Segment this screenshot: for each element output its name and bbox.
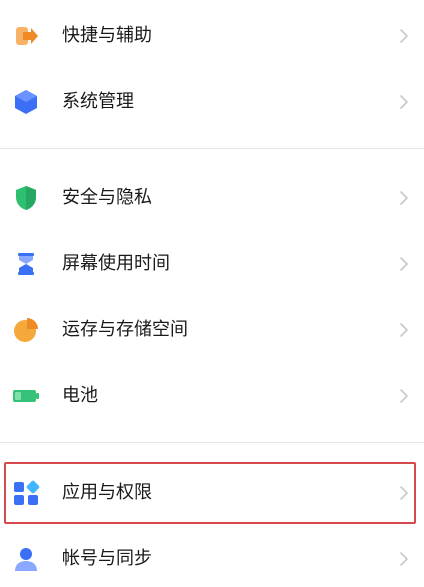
chevron-right-icon [400, 389, 408, 403]
chevron-right-icon [400, 323, 408, 337]
storage-pie-icon [14, 318, 38, 342]
chevron-right-icon [400, 486, 408, 500]
shield-icon [16, 186, 36, 210]
settings-item-label: 快捷与辅助 [62, 25, 152, 46]
shortcut-arrow-icon [16, 27, 38, 45]
settings-item-label: 帐号与同步 [62, 548, 152, 569]
chevron-right-icon [400, 257, 408, 271]
settings-item-label: 运存与存储空间 [62, 319, 188, 340]
account-person-icon [15, 548, 37, 571]
settings-item-label: 屏幕使用时间 [62, 253, 170, 274]
settings-item-system[interactable]: 系统管理 [0, 74, 424, 130]
chevron-right-icon [400, 552, 408, 566]
settings-item-label: 应用与权限 [62, 482, 152, 503]
hourglass-icon [18, 253, 34, 275]
settings-item-label: 系统管理 [62, 91, 134, 112]
apps-grid-icon [14, 480, 40, 505]
settings-item-account-sync[interactable]: 帐号与同步 [0, 531, 424, 587]
chevron-right-icon [400, 29, 408, 43]
battery-icon [13, 390, 39, 402]
settings-item-battery[interactable]: 电池 [0, 368, 424, 424]
chevron-right-icon [400, 191, 408, 205]
chevron-right-icon [400, 95, 408, 109]
section-divider [0, 148, 424, 149]
settings-item-storage[interactable]: 运存与存储空间 [0, 302, 424, 358]
settings-item-label: 电池 [62, 385, 98, 406]
settings-item-apps-permissions[interactable]: 应用与权限 [0, 465, 424, 521]
settings-item-label: 安全与隐私 [62, 187, 152, 208]
settings-item-screen-time[interactable]: 屏幕使用时间 [0, 236, 424, 292]
settings-item-security[interactable]: 安全与隐私 [0, 170, 424, 226]
settings-item-shortcuts[interactable]: 快捷与辅助 [0, 8, 424, 64]
settings-list: 快捷与辅助 系统管理 安全与隐私 屏幕使用时间 运存与存储空间 电池 应用与权限… [0, 0, 424, 581]
section-divider [0, 442, 424, 443]
system-hexagon-icon [15, 90, 37, 114]
